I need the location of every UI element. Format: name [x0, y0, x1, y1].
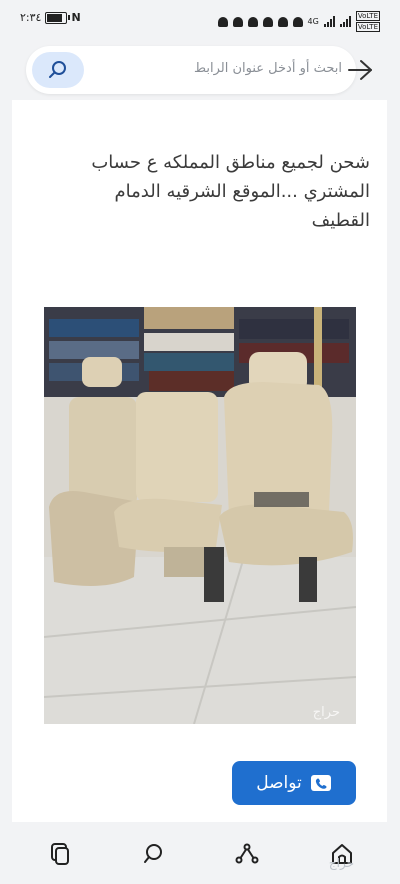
share-icon[interactable]	[235, 842, 259, 866]
status-notification-icons: 4G VoLTE VoLTE	[217, 11, 380, 32]
copy-icon[interactable]	[48, 842, 72, 866]
search-icon	[49, 61, 66, 78]
network-type-label: 4G	[307, 17, 319, 26]
search-button[interactable]	[32, 52, 84, 88]
bottom-watermark: حراج	[328, 856, 354, 870]
snapchat-icon	[247, 16, 258, 27]
time-text: ٢:٣٤	[20, 11, 42, 24]
phone-icon	[310, 775, 331, 791]
volte-badge: VoLTE	[355, 22, 380, 32]
snapchat-icon	[277, 16, 288, 27]
signal-icon	[323, 16, 335, 27]
contact-button[interactable]: تواصل	[232, 761, 356, 805]
arrow-right-icon[interactable]	[346, 58, 374, 82]
battery-icon	[45, 11, 71, 24]
post-description: شحن لجميع مناطق المملكه ع حساب المشتري .…	[91, 152, 370, 231]
snapchat-icon	[217, 16, 228, 27]
status-bar: ٢:٣٤ N 4G VoLTE VoLTE	[0, 0, 400, 38]
volte-badge: VoLTE	[355, 11, 380, 21]
bottom-navigation: حراج	[0, 828, 400, 884]
post-image[interactable]: حراج	[44, 307, 356, 724]
search-input[interactable]: ابحث أو أدخل عنوان الرابط	[194, 61, 342, 76]
snapchat-icon	[232, 16, 243, 27]
search-icon[interactable]	[142, 842, 166, 866]
nfc-icon: N	[71, 11, 81, 24]
status-system-icons: ٢:٣٤ N	[20, 11, 81, 24]
contact-button-label: تواصل	[256, 773, 302, 793]
image-watermark: حراج	[312, 705, 340, 720]
snapchat-icon	[262, 16, 273, 27]
car-seats-illustration	[44, 307, 356, 724]
search-bar[interactable]: ابحث أو أدخل عنوان الرابط	[26, 46, 356, 94]
signal-icon	[339, 16, 351, 27]
snapchat-icon	[292, 16, 303, 27]
